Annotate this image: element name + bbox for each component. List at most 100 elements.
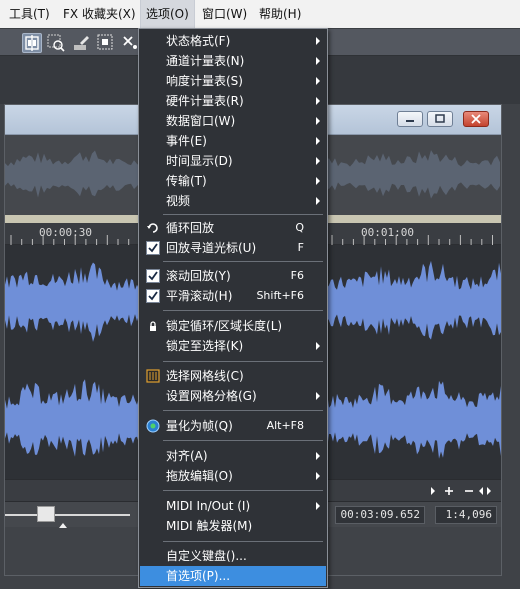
menu-item-video[interactable]: 视频 xyxy=(140,191,326,211)
menu-item-time-display[interactable]: 时间显示(D) xyxy=(140,151,326,171)
submenu-arrow-icon xyxy=(316,342,320,350)
menu-item-label: 量化为帧(Q) xyxy=(166,419,233,433)
close-button[interactable] xyxy=(463,111,489,127)
menu-item-label: 循环回放 xyxy=(166,221,215,235)
menu-help[interactable]: 帮助(H) xyxy=(254,0,306,28)
menu-item-label: 自定义键盘()... xyxy=(166,549,247,563)
menu-item-scroll-playback[interactable]: 滚动回放(Y) F6 xyxy=(140,266,326,286)
menu-item-loudness-meters[interactable]: 响度计量表(S) xyxy=(140,71,326,91)
menu-item-label: 时间显示(D) xyxy=(166,154,233,168)
time-readout: 00:03:09.652 xyxy=(335,506,425,524)
menu-item-status-format[interactable]: 状态格式(F) xyxy=(140,31,326,51)
menu-item-label: 状态格式(F) xyxy=(166,34,231,48)
menu-window[interactable]: 窗口(W) xyxy=(197,0,252,28)
selection-tool-icon[interactable] xyxy=(96,33,116,53)
menu-item-label: 事件(E) xyxy=(166,134,207,148)
minimize-button[interactable] xyxy=(397,111,423,127)
envelope-tool-icon[interactable] xyxy=(72,33,92,53)
zoom-slider-thumb[interactable] xyxy=(37,506,55,522)
submenu-arrow-icon xyxy=(316,117,320,125)
menu-item-label: 通道计量表(N) xyxy=(166,54,245,68)
menu-item-midi-triggers[interactable]: MIDI 触发器(M) xyxy=(140,516,326,536)
menu-separator xyxy=(163,440,323,441)
menu-item-label: 回放寻道光标(U) xyxy=(166,241,257,255)
grid-icon xyxy=(146,369,160,383)
submenu-arrow-icon xyxy=(316,472,320,480)
submenu-arrow-icon xyxy=(316,77,320,85)
checkbox-checked-icon xyxy=(146,289,160,303)
menu-item-label: 锁定至选择(K) xyxy=(166,339,244,353)
menu-separator xyxy=(163,490,323,491)
timeline-mark-1m: 00:01:00 xyxy=(361,226,414,239)
submenu-arrow-icon xyxy=(316,157,320,165)
menu-item-hardware-meters[interactable]: 硬件计量表(R) xyxy=(140,91,326,111)
menu-item-lock-loop-length[interactable]: 锁定循环/区域长度(L) xyxy=(140,316,326,336)
menu-item-events[interactable]: 事件(E) xyxy=(140,131,326,151)
menu-item-label: 锁定循环/区域长度(L) xyxy=(166,319,283,333)
timeline-mark-30s: 00:00:30 xyxy=(39,226,92,239)
menu-item-shortcut: Shift+F6 xyxy=(256,289,304,302)
menu-item-label: 拖放编辑(O) xyxy=(166,469,233,483)
menu-item-label: 设置网格分格(G) xyxy=(166,389,257,403)
menu-item-loop-playback[interactable]: 循环回放 Q xyxy=(140,218,326,238)
menu-item-shortcut: Q xyxy=(295,221,304,234)
menu-item-label: 传输(T) xyxy=(166,174,207,188)
checkbox-checked-icon xyxy=(146,241,160,255)
menu-item-drag-drop-edit[interactable]: 拖放编辑(O) xyxy=(140,466,326,486)
menu-item-select-gridlines[interactable]: 选择网格线(C) xyxy=(140,366,326,386)
menu-item-preferences[interactable]: 首选项(P)... xyxy=(140,566,326,586)
menu-separator xyxy=(163,310,323,311)
zoom-readout: 1:4,096 xyxy=(435,506,497,524)
menu-item-label: 对齐(A) xyxy=(166,449,208,463)
menu-item-playback-cursor[interactable]: 回放寻道光标(U) F xyxy=(140,238,326,258)
menu-item-customize-keyboard[interactable]: 自定义键盘()... xyxy=(140,546,326,566)
menu-item-quantize-frames[interactable]: 量化为帧(Q) Alt+F8 xyxy=(140,416,326,436)
menu-tools[interactable]: 工具(T) xyxy=(4,0,55,28)
menu-item-grid-spacing[interactable]: 设置网格分格(G) xyxy=(140,386,326,406)
zoom-slider-marker xyxy=(59,523,67,528)
menu-separator xyxy=(163,261,323,262)
menu-item-channel-meters[interactable]: 通道计量表(N) xyxy=(140,51,326,71)
menu-item-shortcut: F6 xyxy=(290,269,304,282)
menu-item-label: 平滑滚动(H) xyxy=(166,289,233,303)
menu-item-label: 视频 xyxy=(166,194,191,208)
lock-icon xyxy=(146,319,160,333)
menu-options[interactable]: 选项(O) xyxy=(140,0,195,29)
menu-item-label: 首选项(P)... xyxy=(166,569,231,583)
menu-item-label: 选择网格线(C) xyxy=(166,369,244,383)
menu-separator xyxy=(163,214,323,215)
menu-item-data-window[interactable]: 数据窗口(W) xyxy=(140,111,326,131)
checkbox-checked-icon xyxy=(146,269,160,283)
menu-item-midi-in-out[interactable]: MIDI In/Out (I) xyxy=(140,496,326,516)
menu-separator xyxy=(163,541,323,542)
menu-item-shortcut: F xyxy=(297,241,304,254)
zoom-slider-track[interactable] xyxy=(5,514,130,516)
menu-item-label: MIDI 触发器(M) xyxy=(166,519,253,533)
menu-fx-favorites[interactable]: FX 收藏夹(X) xyxy=(58,0,141,28)
menu-item-label: MIDI In/Out (I) xyxy=(166,499,251,513)
menu-item-lock-to-selection[interactable]: 锁定至选择(K) xyxy=(140,336,326,356)
menu-item-transport[interactable]: 传输(T) xyxy=(140,171,326,191)
menu-bar: 工具(T) FX 收藏夹(X) 选项(O) 窗口(W) 帮助(H) xyxy=(0,0,520,29)
scrub-tool-icon[interactable] xyxy=(120,33,140,53)
submenu-arrow-icon xyxy=(316,37,320,45)
submenu-arrow-icon xyxy=(316,392,320,400)
submenu-arrow-icon xyxy=(316,177,320,185)
loop-icon xyxy=(146,221,160,235)
menu-item-label: 滚动回放(Y) xyxy=(166,269,231,283)
menu-item-smooth-scroll[interactable]: 平滑滚动(H) Shift+F6 xyxy=(140,286,326,306)
zoom-tool-icon[interactable] xyxy=(46,33,66,53)
options-menu: 状态格式(F) 通道计量表(N) 响度计量表(S) 硬件计量表(R) 数据窗口(… xyxy=(138,28,328,588)
event-edit-tool-icon[interactable] xyxy=(22,33,42,53)
maximize-button[interactable] xyxy=(427,111,453,127)
menu-item-snapping[interactable]: 对齐(A) xyxy=(140,446,326,466)
submenu-arrow-icon xyxy=(316,97,320,105)
menu-item-shortcut: Alt+F8 xyxy=(266,419,304,432)
menu-separator xyxy=(163,361,323,362)
menu-item-label: 硬件计量表(R) xyxy=(166,94,244,108)
submenu-arrow-icon xyxy=(316,57,320,65)
submenu-arrow-icon xyxy=(316,452,320,460)
menu-item-label: 响度计量表(S) xyxy=(166,74,243,88)
quantize-icon xyxy=(146,419,160,433)
submenu-arrow-icon xyxy=(316,137,320,145)
